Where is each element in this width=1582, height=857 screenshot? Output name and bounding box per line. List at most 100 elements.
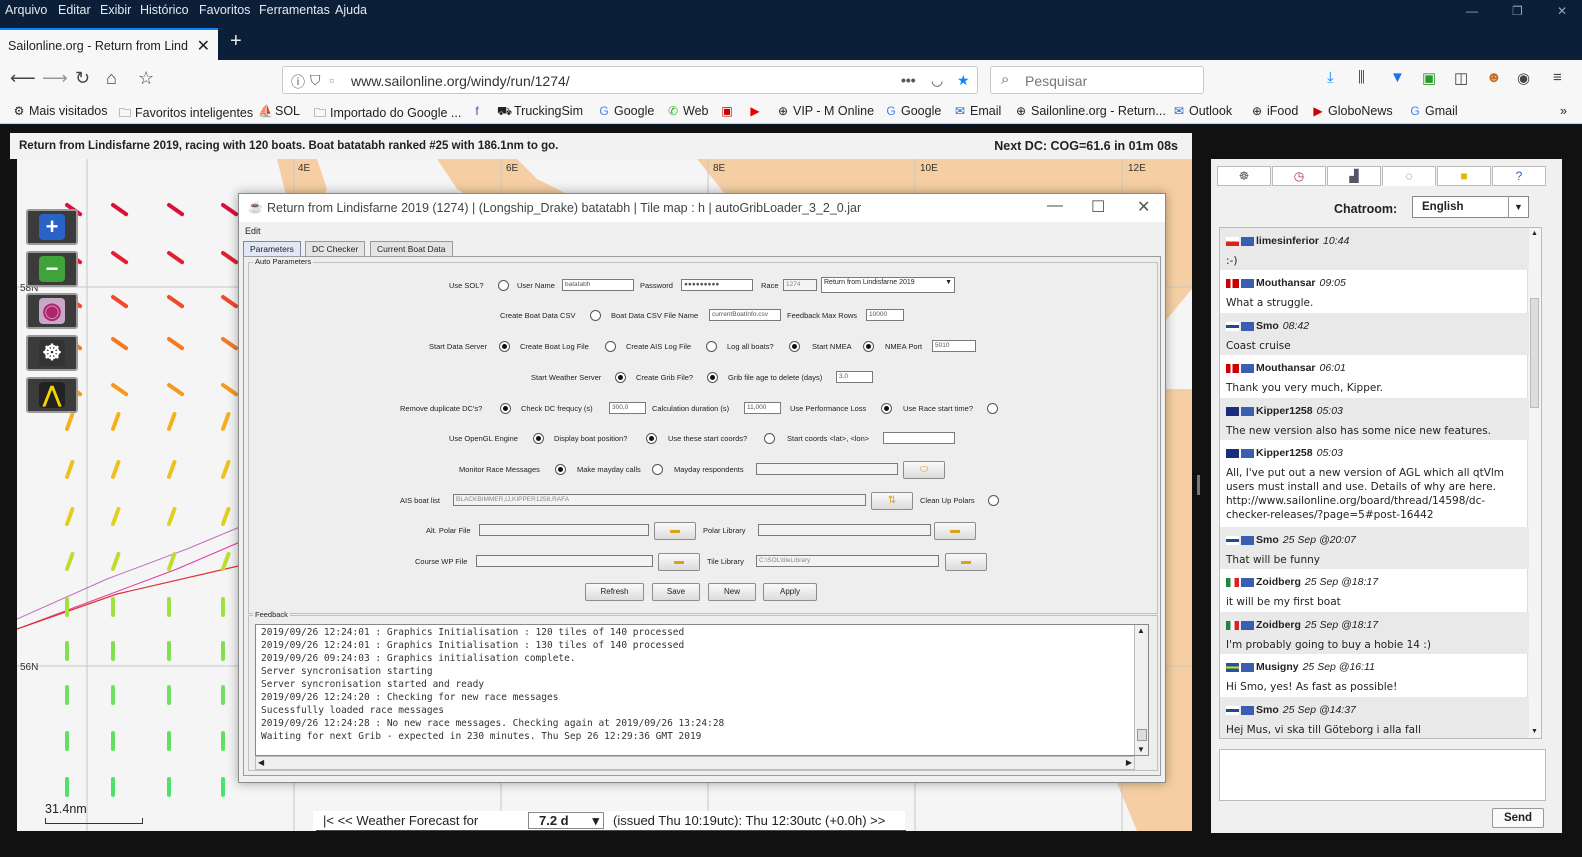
grib-age-field[interactable]: 3.0 xyxy=(836,371,873,383)
chat-username[interactable]: Zoidberg xyxy=(1256,619,1301,631)
create-csv-radio[interactable] xyxy=(590,310,601,321)
back-icon[interactable]: ⟵ xyxy=(10,68,36,89)
maximize-icon[interactable]: ☐ xyxy=(1091,197,1105,217)
bookmark-item[interactable]: ⊕ iFood xyxy=(1250,104,1298,118)
start-data-server-radio[interactable] xyxy=(499,341,510,352)
chat-messages[interactable]: ▲ ▼ limesinferior 10:44:-) Mouthansar 09:05… xyxy=(1219,227,1542,739)
cleanup-polars-radio[interactable] xyxy=(988,495,999,506)
chat-username[interactable]: Musigny xyxy=(1256,661,1299,673)
race-select[interactable]: Return from Lindisfarne 2019 ▼ xyxy=(821,277,955,293)
start-nmea-radio[interactable] xyxy=(863,341,874,352)
scroll-up-icon[interactable]: ▲ xyxy=(1137,626,1145,635)
mayday-button[interactable]: ⬭ xyxy=(903,461,945,479)
scroll-left-icon[interactable]: ◀ xyxy=(258,758,264,767)
chat-username[interactable]: Kipper1258 xyxy=(1256,405,1313,417)
close-icon[interactable]: ✕ xyxy=(1137,197,1150,217)
scroll-down-icon[interactable]: ▼ xyxy=(1531,728,1538,735)
new-button[interactable]: New xyxy=(708,583,756,601)
menu-historico[interactable]: Histórico xyxy=(140,3,189,17)
tab-help[interactable]: ? xyxy=(1492,166,1546,186)
bookmark-item[interactable]: ✉ Outlook xyxy=(1172,104,1232,118)
horizontal-scrollbar[interactable]: ◀ ▶ xyxy=(255,756,1135,770)
shield-icon[interactable]: ⛉ xyxy=(310,72,321,89)
bookmark-item[interactable]: ▶ xyxy=(748,104,765,118)
bookmark-star-icon[interactable]: ☆ xyxy=(138,68,154,89)
bookmark-item[interactable]: f xyxy=(470,104,487,118)
polar-library-browse-button[interactable]: ▬ xyxy=(934,522,976,540)
scroll-right-icon[interactable]: ▶ xyxy=(1126,758,1132,767)
minimize-icon[interactable]: — xyxy=(1047,197,1063,215)
panel-divider[interactable] xyxy=(1192,125,1206,857)
download-icon[interactable]: ⤓ xyxy=(1327,69,1334,86)
monitor-msgs-radio[interactable] xyxy=(555,464,566,475)
use-opengl-radio[interactable] xyxy=(533,433,544,444)
divider-handle[interactable] xyxy=(1197,475,1200,495)
tab-rankings[interactable]: ▟ xyxy=(1327,166,1381,186)
save-button[interactable]: Save xyxy=(652,583,700,601)
create-ais-log-radio[interactable] xyxy=(706,341,717,352)
chat-scrollbar[interactable]: ▲ ▼ xyxy=(1527,228,1541,738)
bookmark-item[interactable]: ▣ xyxy=(720,104,737,118)
bookmark-item[interactable]: ⛵ SOL xyxy=(258,104,300,118)
menu-editar[interactable]: Editar xyxy=(58,3,91,17)
bookmark-item[interactable]: ⚙ Mais visitados xyxy=(12,104,108,118)
zoom-out-button[interactable]: − xyxy=(26,251,78,287)
menu-ferramentas[interactable]: Ferramentas xyxy=(259,3,330,17)
csv-name-field[interactable]: currentBoatInfo.csv xyxy=(709,309,781,321)
tab-parameters[interactable]: Parameters xyxy=(243,241,301,256)
search-input[interactable]: ⌕ Pesquisar xyxy=(990,66,1204,94)
bookmark-item[interactable]: ✆ Web xyxy=(666,104,709,118)
refresh-button[interactable]: Refresh xyxy=(585,583,644,601)
tab-settings[interactable]: ☸ xyxy=(1217,166,1271,186)
chat-username[interactable]: limesinferior xyxy=(1256,235,1319,247)
bookmark-item[interactable]: ⛟ TruckingSim xyxy=(497,104,583,120)
forecast-select[interactable]: 7.2 d ▾ xyxy=(528,812,604,829)
send-button[interactable]: Send xyxy=(1492,808,1544,828)
chat-username[interactable]: Smo xyxy=(1256,704,1279,716)
nmea-port-field[interactable]: 5010 xyxy=(932,340,976,352)
use-perf-radio[interactable] xyxy=(881,403,892,414)
forecast-suffix[interactable]: (issued Thu 10:19utc): Thu 12:30utc (+0.… xyxy=(613,813,885,828)
menu-ajuda[interactable]: Ajuda xyxy=(335,3,367,17)
scroll-thumb[interactable] xyxy=(1137,729,1147,741)
chat-username[interactable]: Kipper1258 xyxy=(1256,447,1313,459)
menu-edit[interactable]: Edit xyxy=(245,226,261,236)
race-id-field[interactable]: 1274 xyxy=(783,279,817,291)
feedback-max-field[interactable]: 10000 xyxy=(866,309,904,321)
chat-username[interactable]: Smo xyxy=(1256,534,1279,546)
bookmark-item[interactable]: 🗀 Favoritos inteligentes xyxy=(118,104,253,125)
bookmark-item[interactable]: ⊕ VIP - M Online xyxy=(776,104,874,118)
tab-chat[interactable]: ◌ xyxy=(1382,166,1436,186)
measure-button[interactable]: ⋀ xyxy=(26,377,78,413)
scroll-up-icon[interactable]: ▲ xyxy=(1531,230,1538,237)
close-window-icon[interactable]: ✕ xyxy=(1557,4,1567,18)
bookmarks-overflow-icon[interactable]: » xyxy=(1560,104,1567,118)
bookmark-item[interactable]: 🗀 Importado do Google ... xyxy=(313,104,461,125)
center-boat-button[interactable]: ◉ xyxy=(26,293,78,329)
extension-green-icon[interactable]: ▣ xyxy=(1422,69,1436,87)
user-name-field[interactable]: batatabh xyxy=(562,279,634,291)
create-boat-log-radio[interactable] xyxy=(605,341,616,352)
mayday-field[interactable] xyxy=(756,463,898,475)
reload-icon[interactable]: ↻ xyxy=(75,68,90,89)
bookmark-item[interactable]: G Google xyxy=(597,104,654,118)
apply-button[interactable]: Apply xyxy=(763,583,817,601)
log-all-radio[interactable] xyxy=(789,341,800,352)
forward-icon[interactable]: ⟶ xyxy=(42,68,68,89)
make-mayday-radio[interactable] xyxy=(652,464,663,475)
bookmark-filled-icon[interactable]: ★ xyxy=(957,72,970,89)
password-field[interactable]: ●●●●●●●●● xyxy=(681,279,753,291)
home-icon[interactable]: ⌂ xyxy=(106,68,117,89)
tab-dc-checker[interactable]: DC Checker xyxy=(305,241,366,256)
page-actions-icon[interactable]: ••• xyxy=(901,72,916,88)
chatroom-select[interactable]: English ▼ xyxy=(1412,196,1529,218)
browser-tab[interactable]: Sailonline.org - Return from Lindisf ✕ xyxy=(0,28,218,60)
ais-boat-list-field[interactable]: BLACKBIMMER,IJ,KIPPER1258,RAFA xyxy=(453,494,866,506)
bookmark-item[interactable]: ✉ Email xyxy=(953,104,1001,118)
menu-favoritos[interactable]: Favoritos xyxy=(199,3,250,17)
tile-library-field[interactable]: C:\SOL\tileLibrary xyxy=(756,555,939,567)
hamburger-menu-icon[interactable]: ≡ xyxy=(1553,69,1562,86)
restore-icon[interactable]: ❐ xyxy=(1512,4,1523,18)
alt-polar-field[interactable] xyxy=(479,524,649,536)
minimize-icon[interactable]: — xyxy=(1466,4,1478,18)
